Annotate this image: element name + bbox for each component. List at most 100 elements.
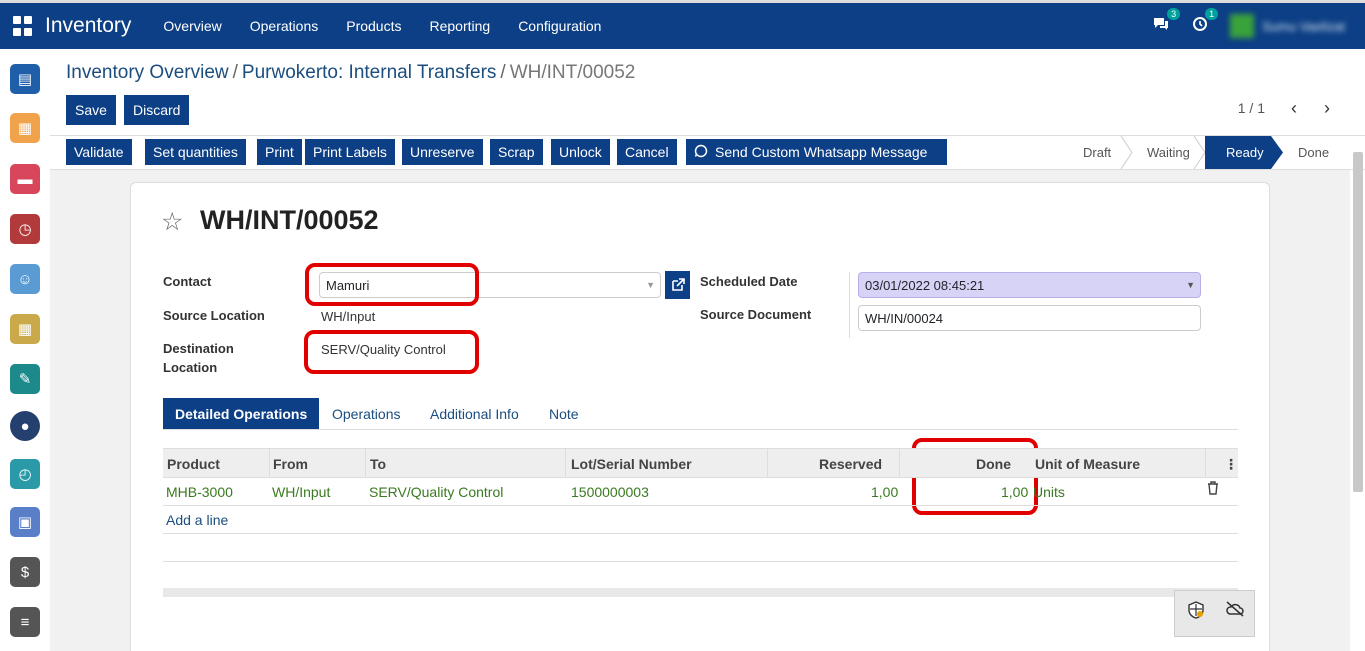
inventory-app-icon[interactable]: ▣: [10, 507, 40, 537]
record-title: WH/INT/00052: [200, 205, 379, 235]
scheduled-date-field[interactable]: 03/01/2022 08:45:21 ▼: [858, 272, 1201, 298]
breadcrumb-inventory-overview[interactable]: Inventory Overview: [66, 62, 229, 83]
cloud-offline-icon[interactable]: [1225, 601, 1245, 622]
payroll-app-icon[interactable]: $: [10, 557, 40, 587]
cell-to[interactable]: SERV/Quality Control: [369, 484, 503, 500]
table-horizontal-scrollbar[interactable]: [163, 588, 1238, 597]
attendance-app-icon[interactable]: ☺: [10, 264, 40, 294]
col-to[interactable]: To: [370, 456, 386, 472]
app-sidebar: ▤ ▦ ▬ ◷ ☺ ▦ ✎ ● ◴ ▣ $ ≡: [0, 49, 50, 651]
source-document-value: WH/IN/00024: [865, 310, 944, 326]
col-from[interactable]: From: [273, 456, 308, 472]
unlock-button[interactable]: Unlock: [551, 139, 610, 165]
breadcrumb: Inventory Overview / Purwokerto: Internal …: [66, 62, 635, 84]
website-app-icon[interactable]: ✎: [10, 364, 40, 394]
timer-app-icon[interactable]: ◷: [10, 214, 40, 244]
activities-count-badge: 1: [1205, 7, 1219, 20]
pager-previous-icon[interactable]: ‹: [1291, 98, 1297, 119]
avatar: [1230, 14, 1255, 38]
contact-field[interactable]: Mamuri ▼: [319, 272, 661, 298]
col-separator: [899, 449, 900, 477]
page-scrollbar[interactable]: [1353, 152, 1363, 492]
breadcrumb-internal-transfers[interactable]: Purwokerto: Internal Transfers: [242, 62, 497, 83]
app-name[interactable]: Inventory: [45, 14, 131, 38]
messages-button[interactable]: 3: [1152, 7, 1181, 37]
cell-from[interactable]: WH/Input: [272, 484, 330, 500]
print-button[interactable]: Print: [257, 139, 302, 165]
status-done[interactable]: Done: [1298, 136, 1329, 169]
chat-icon: [1152, 17, 1170, 36]
activities-button[interactable]: 1: [1192, 7, 1219, 37]
destination-location-label-line2: Location: [163, 360, 218, 375]
send-whatsapp-button[interactable]: Send Custom Whatsapp Message: [686, 139, 947, 165]
status-waiting[interactable]: Waiting: [1147, 136, 1190, 169]
col-product[interactable]: Product: [167, 456, 220, 472]
dashboard-gauge-app-icon[interactable]: ◴: [10, 459, 40, 489]
cell-product[interactable]: MHB-3000: [166, 484, 233, 500]
breadcrumb-separator: /: [500, 62, 506, 83]
cancel-button[interactable]: Cancel: [617, 139, 677, 165]
pager-value: 1 / 1: [1237, 100, 1265, 116]
tab-detailed-operations[interactable]: Detailed Operations: [163, 398, 320, 429]
destination-location-label: Destination: [163, 341, 234, 356]
discuss-app-icon[interactable]: ▬: [10, 164, 40, 194]
source-location-label: Source Location: [163, 308, 265, 323]
tab-additional-info[interactable]: Additional Info: [418, 398, 531, 429]
trash-icon[interactable]: [1207, 481, 1219, 500]
col-unit-of-measure[interactable]: Unit of Measure: [1035, 456, 1140, 472]
pos-app-icon[interactable]: ▦: [10, 113, 40, 143]
col-separator: [565, 449, 566, 477]
system-tray-popup: [1174, 590, 1255, 637]
column-options-icon[interactable]: ⋮: [1224, 456, 1238, 473]
cell-uom[interactable]: Units: [1033, 484, 1065, 500]
star-icon[interactable]: ☆: [161, 207, 183, 237]
warranty-app-icon[interactable]: ●: [10, 411, 40, 441]
dashboard-app-icon[interactable]: ▤: [10, 64, 40, 94]
source-location-value[interactable]: WH/Input: [321, 309, 375, 324]
field-divider: [849, 272, 850, 338]
menu-overview[interactable]: Overview: [163, 18, 221, 34]
external-link-icon: [671, 278, 685, 291]
breadcrumb-separator: /: [232, 62, 238, 83]
menu-reporting[interactable]: Reporting: [429, 18, 490, 34]
tab-note[interactable]: Note: [537, 398, 591, 429]
external-link-button[interactable]: [665, 271, 690, 299]
col-done[interactable]: Done: [976, 456, 1011, 472]
row-divider: [163, 533, 1238, 534]
menu-products[interactable]: Products: [346, 18, 401, 34]
status-chevron: [1120, 136, 1133, 169]
notes-app-icon[interactable]: ≡: [10, 607, 40, 637]
scheduled-date-value: 03/01/2022 08:45:21: [865, 277, 985, 293]
contact-value: Mamuri: [326, 277, 370, 293]
pager-next-icon[interactable]: ›: [1324, 98, 1330, 119]
security-shield-icon[interactable]: [1187, 601, 1205, 624]
cell-lot-serial[interactable]: 1500000003: [571, 484, 649, 500]
status-draft[interactable]: Draft: [1083, 136, 1111, 169]
unreserve-button[interactable]: Unreserve: [402, 139, 483, 165]
col-separator: [365, 449, 366, 477]
cell-reserved[interactable]: 1,00: [871, 484, 898, 500]
save-button[interactable]: Save: [66, 95, 116, 125]
destination-location-value[interactable]: SERV/Quality Control: [321, 342, 446, 357]
menu-configuration[interactable]: Configuration: [518, 18, 601, 34]
top-navbar: Inventory Overview Operations Products R…: [0, 0, 1365, 49]
scrap-button[interactable]: Scrap: [490, 139, 543, 165]
discard-button[interactable]: Discard: [124, 95, 190, 125]
tab-operations[interactable]: Operations: [320, 398, 412, 429]
source-document-field[interactable]: WH/IN/00024: [858, 305, 1201, 331]
user-menu[interactable]: Sumu Vaelizat: [1230, 14, 1345, 38]
cell-done[interactable]: 1,00: [1001, 484, 1028, 500]
col-lot-serial[interactable]: Lot/Serial Number: [571, 456, 692, 472]
set-quantities-button[interactable]: Set quantities: [145, 139, 246, 165]
apps-menu-icon[interactable]: [13, 16, 33, 36]
print-labels-button[interactable]: Print Labels: [305, 139, 395, 165]
status-ready[interactable]: Ready: [1205, 136, 1271, 169]
col-separator: [269, 449, 270, 477]
menu-operations[interactable]: Operations: [250, 18, 318, 34]
add-a-line-link[interactable]: Add a line: [166, 512, 228, 528]
send-whatsapp-label: Send Custom Whatsapp Message: [715, 144, 928, 160]
validate-button[interactable]: Validate: [66, 139, 132, 165]
calendar-app-icon[interactable]: ▦: [10, 314, 40, 344]
row-divider: [163, 561, 1238, 562]
col-reserved[interactable]: Reserved: [819, 456, 882, 472]
